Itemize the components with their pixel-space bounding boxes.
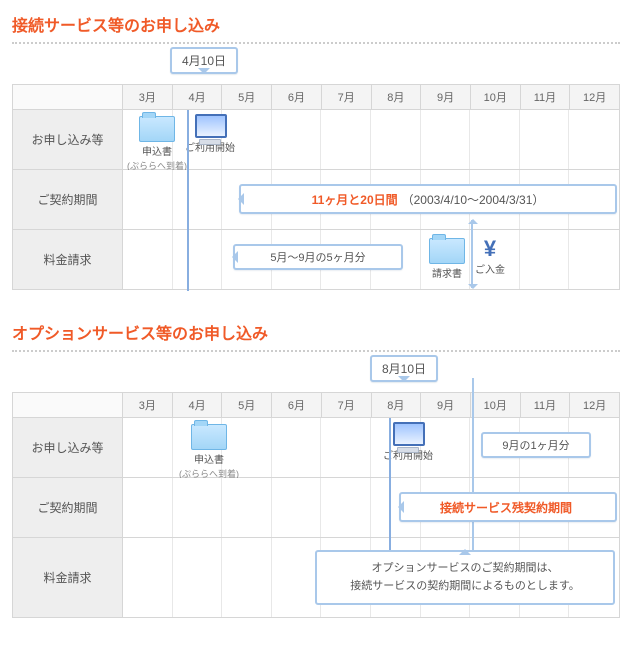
month-11: 11月 bbox=[521, 85, 571, 110]
month-8: 8月 bbox=[372, 85, 422, 110]
month-10: 10月 bbox=[471, 85, 521, 110]
date-callout-text: 4月10日 bbox=[182, 54, 226, 68]
payment-label: ご入金 bbox=[475, 261, 505, 276]
one-month-box: 9月の1ヶ月分 bbox=[481, 432, 591, 458]
date-callout-text: 8月10日 bbox=[382, 362, 426, 376]
apply-form-block: 申込書 (ぷららへ到着) bbox=[127, 116, 187, 172]
month-11: 11月 bbox=[521, 393, 571, 418]
invoice-label: 請求書 bbox=[432, 265, 462, 280]
apply-form-label: 申込書 bbox=[194, 451, 224, 466]
rowhead-billing: 料金請求 bbox=[13, 230, 123, 290]
row-apply: 申込書 (ぷららへ到着) ご利用開始 bbox=[123, 110, 620, 170]
billing-range-text: 5月〜9月の5ヶ月分 bbox=[270, 249, 365, 265]
rowhead-billing: 料金請求 bbox=[13, 538, 123, 618]
row-period: 接続サービス残契約期間 bbox=[123, 478, 620, 538]
section-title: 接続サービス等のお申し込み bbox=[12, 12, 620, 44]
row-apply: 申込書 (ぷららへ到着) ご利用開始 9月の1ヶ月分 bbox=[123, 418, 620, 478]
section-option: オプションサービス等のお申し込み 8月10日 3月 4月 5月 6月 7月 8月… bbox=[12, 320, 620, 618]
month-6: 6月 bbox=[272, 393, 322, 418]
note-line2: 接続サービスの契約期間によるものとします。 bbox=[327, 578, 603, 596]
month-8: 8月 bbox=[372, 393, 422, 418]
apply-form-block: 申込書 (ぷららへ到着) bbox=[179, 424, 239, 480]
note-line1: オプションサービスのご契約期間は、 bbox=[327, 560, 603, 578]
period-bar-rest: （2003/4/10〜2004/3/31） bbox=[402, 191, 545, 208]
start-line bbox=[187, 110, 189, 291]
month-4: 4月 bbox=[173, 85, 223, 110]
month-5: 5月 bbox=[222, 85, 272, 110]
section-title: オプションサービス等のお申し込み bbox=[12, 320, 620, 352]
month-9: 9月 bbox=[421, 393, 471, 418]
month-3: 3月 bbox=[123, 85, 173, 110]
row-period: 11ヶ月と20日間 （2003/4/10〜2004/3/31） bbox=[123, 170, 620, 230]
billing-range-box: 5月〜9月の5ヶ月分 bbox=[233, 244, 403, 270]
date-callout: 8月10日 bbox=[370, 355, 438, 382]
month-12: 12月 bbox=[570, 393, 620, 418]
payment-block: ¥ ご入金 bbox=[475, 238, 505, 276]
rowhead-apply: お申し込み等 bbox=[13, 110, 123, 170]
period-bar: 11ヶ月と20日間 （2003/4/10〜2004/3/31） bbox=[239, 184, 617, 214]
rowhead-apply: お申し込み等 bbox=[13, 418, 123, 478]
folder-icon bbox=[429, 238, 465, 264]
month-12: 12月 bbox=[570, 85, 620, 110]
rowhead-period: ご契約期間 bbox=[13, 170, 123, 230]
link-arrow bbox=[471, 220, 473, 288]
pc-icon bbox=[393, 422, 423, 446]
date-callout: 4月10日 bbox=[170, 47, 238, 74]
pc-icon bbox=[195, 114, 225, 138]
month-3: 3月 bbox=[123, 393, 173, 418]
month-7: 7月 bbox=[322, 393, 372, 418]
timeline-grid: 3月 4月 5月 6月 7月 8月 9月 10月 11月 12月 お申し込み等 … bbox=[12, 392, 620, 618]
folder-icon bbox=[139, 116, 175, 142]
note-box: オプションサービスのご契約期間は、 接続サービスの契約期間によるものとします。 bbox=[315, 550, 615, 605]
month-5: 5月 bbox=[222, 393, 272, 418]
apply-form-label: 申込書 bbox=[142, 143, 172, 158]
start-use-block: ご利用開始 bbox=[185, 114, 235, 154]
row-billing: 5月〜9月の5ヶ月分 請求書 ¥ ご入金 bbox=[123, 230, 620, 290]
month-7: 7月 bbox=[322, 85, 372, 110]
timeline-grid: 3月 4月 5月 6月 7月 8月 9月 10月 11月 12月 お申し込み等 … bbox=[12, 84, 620, 290]
period-bar-em: 接続サービス残契約期間 bbox=[440, 499, 572, 516]
month-4: 4月 bbox=[173, 393, 223, 418]
section-connection: 接続サービス等のお申し込み 4月10日 3月 4月 5月 6月 7月 8月 9月… bbox=[12, 12, 620, 290]
rowhead-period: ご契約期間 bbox=[13, 478, 123, 538]
folder-icon bbox=[191, 424, 227, 450]
month-6: 6月 bbox=[272, 85, 322, 110]
month-10: 10月 bbox=[471, 393, 521, 418]
period-bar: 接続サービス残契約期間 bbox=[399, 492, 617, 522]
invoice-block: 請求書 bbox=[429, 238, 465, 280]
month-9: 9月 bbox=[421, 85, 471, 110]
period-bar-em: 11ヶ月と20日間 bbox=[312, 191, 398, 208]
one-month-text: 9月の1ヶ月分 bbox=[502, 437, 569, 453]
yen-icon: ¥ bbox=[484, 238, 496, 260]
row-billing: オプションサービスのご契約期間は、 接続サービスの契約期間によるものとします。 bbox=[123, 538, 620, 618]
